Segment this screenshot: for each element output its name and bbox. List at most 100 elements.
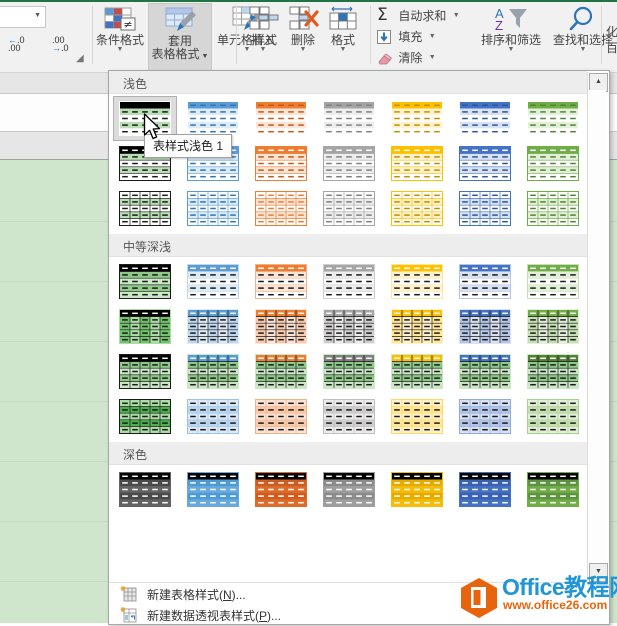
table-style-thumbnail[interactable]	[249, 186, 313, 231]
table-style-thumbnail[interactable]	[181, 349, 245, 394]
delete-cells-label: 删除	[290, 33, 315, 47]
delete-cells-icon	[289, 6, 319, 30]
table-style-thumbnail[interactable]	[453, 467, 517, 512]
table-style-thumbnail[interactable]	[521, 349, 585, 394]
table-style-thumbnail[interactable]	[317, 394, 381, 439]
table-style-thumbnail[interactable]	[249, 304, 313, 349]
table-style-thumbnail[interactable]	[521, 304, 585, 349]
table-style-thumbnail[interactable]	[249, 349, 313, 394]
style-preview	[323, 101, 375, 136]
table-style-thumbnail[interactable]	[385, 304, 449, 349]
style-preview	[459, 472, 511, 507]
table-style-thumbnail[interactable]	[113, 394, 177, 439]
table-style-thumbnail[interactable]	[181, 304, 245, 349]
table-style-thumbnail[interactable]	[181, 186, 245, 231]
style-preview	[323, 309, 375, 344]
table-style-thumbnail[interactable]	[317, 304, 381, 349]
sort-filter-button[interactable]: A Z 排序和筛选 ▼	[475, 5, 547, 54]
clipped-right-group: 化 百	[606, 24, 617, 56]
table-style-thumbnail[interactable]	[521, 259, 585, 304]
tooltip-text: 表样式浅色 1	[153, 139, 224, 153]
insert-cells-icon	[249, 6, 279, 30]
table-style-thumbnail[interactable]	[113, 259, 177, 304]
style-preview	[119, 399, 171, 434]
label-pre: 新建表格样式(	[147, 588, 223, 602]
ribbon: ▼ ←.0.00 .00 →.0 ◢ ≠ 条件格式 ▼ 套用 表格格式 ▼ 单元…	[0, 0, 617, 73]
table-style-thumbnail[interactable]	[453, 394, 517, 439]
number-dialog-launcher[interactable]: ◢	[76, 54, 86, 64]
autosum-button[interactable]: Σ 自动求和 ▼	[377, 7, 460, 26]
insert-cells-button[interactable]: 插入 ▼	[243, 6, 283, 54]
decrease-decimal-icon[interactable]: ←.0.00	[8, 36, 25, 53]
table-style-thumbnail[interactable]	[521, 141, 585, 186]
new-pivot-style-icon	[120, 606, 137, 623]
table-style-thumbnail[interactable]	[453, 349, 517, 394]
table-style-thumbnail[interactable]	[317, 349, 381, 394]
gallery-scrollbar[interactable]: ▲ ▼	[587, 72, 608, 582]
new-table-style-icon	[120, 585, 137, 602]
table-style-thumbnail[interactable]	[249, 467, 313, 512]
table-style-thumbnail[interactable]	[453, 96, 517, 141]
increase-decimal-icon[interactable]: .00 →.0	[52, 36, 69, 53]
clear-button[interactable]: 清除 ▼	[377, 49, 436, 68]
table-style-thumbnail[interactable]	[385, 141, 449, 186]
table-style-thumbnail[interactable]	[113, 467, 177, 512]
table-style-thumbnail[interactable]	[317, 141, 381, 186]
fill-button[interactable]: 填充 ▼	[377, 28, 436, 47]
table-style-thumbnail[interactable]	[249, 141, 313, 186]
format-as-table-label-line1: 套用	[167, 34, 192, 48]
chevron-down-icon: ▼	[299, 46, 307, 53]
number-format-combo[interactable]: ▼	[0, 6, 46, 28]
table-style-thumbnail[interactable]	[181, 394, 245, 439]
chevron-down-icon: ▼	[116, 46, 124, 53]
table-style-thumbnail[interactable]	[181, 259, 245, 304]
chevron-down-icon: ▼	[428, 54, 436, 61]
table-style-thumbnail[interactable]	[317, 259, 381, 304]
table-style-thumbnail[interactable]	[317, 467, 381, 512]
table-style-thumbnail[interactable]	[521, 467, 585, 512]
table-style-thumbnail[interactable]	[113, 186, 177, 231]
table-style-thumbnail[interactable]	[385, 96, 449, 141]
table-style-thumbnail[interactable]	[453, 186, 517, 231]
style-preview	[323, 472, 375, 507]
style-preview	[255, 309, 307, 344]
style-preview	[527, 264, 579, 299]
new-pivot-style-label: 新建数据透视表样式(P)...	[147, 607, 281, 624]
table-style-thumbnail[interactable]	[521, 186, 585, 231]
table-style-thumbnail[interactable]	[181, 467, 245, 512]
table-style-thumbnail[interactable]	[249, 259, 313, 304]
table-style-thumbnail[interactable]	[249, 96, 313, 141]
format-as-table-icon	[165, 7, 196, 31]
table-style-thumbnail[interactable]	[453, 259, 517, 304]
table-style-thumbnail[interactable]	[453, 304, 517, 349]
table-style-thumbnail[interactable]	[317, 186, 381, 231]
table-style-thumbnail[interactable]	[521, 394, 585, 439]
table-style-thumbnail[interactable]	[385, 394, 449, 439]
delete-cells-button[interactable]: 删除 ▼	[283, 6, 323, 54]
table-style-thumbnail[interactable]	[317, 96, 381, 141]
table-style-thumbnail[interactable]	[113, 304, 177, 349]
chevron-down-icon: ▼	[259, 46, 267, 53]
autosum-label: 自动求和	[398, 9, 447, 23]
style-preview	[527, 472, 579, 507]
table-style-thumbnail[interactable]	[385, 259, 449, 304]
gallery-section-header: 浅色	[109, 71, 587, 94]
table-style-thumbnail[interactable]	[521, 96, 585, 141]
scrollbar-track[interactable]	[589, 90, 606, 562]
table-style-thumbnail[interactable]	[249, 394, 313, 439]
style-preview	[527, 309, 579, 344]
sort-filter-icon: A Z	[495, 6, 527, 33]
conditional-formatting-button[interactable]: ≠ 条件格式 ▼	[95, 6, 145, 54]
style-preview	[187, 309, 239, 344]
format-as-table-button[interactable]: 套用 表格格式 ▼	[148, 3, 212, 72]
table-style-thumbnail[interactable]	[385, 349, 449, 394]
style-preview	[459, 146, 511, 181]
table-style-thumbnail[interactable]	[385, 186, 449, 231]
table-style-thumbnail[interactable]	[453, 141, 517, 186]
table-style-thumbnail[interactable]	[113, 349, 177, 394]
table-style-thumbnail[interactable]	[385, 467, 449, 512]
ribbon-group-editing: Σ 自动求和 ▼ 填充 ▼ 清除 ▼ A Z 排序和筛选 ▼ 查找和选择 ▼	[371, 2, 613, 68]
access-key: N	[223, 588, 232, 602]
style-preview	[459, 354, 511, 389]
format-cells-button[interactable]: 格式 ▼	[323, 6, 363, 54]
